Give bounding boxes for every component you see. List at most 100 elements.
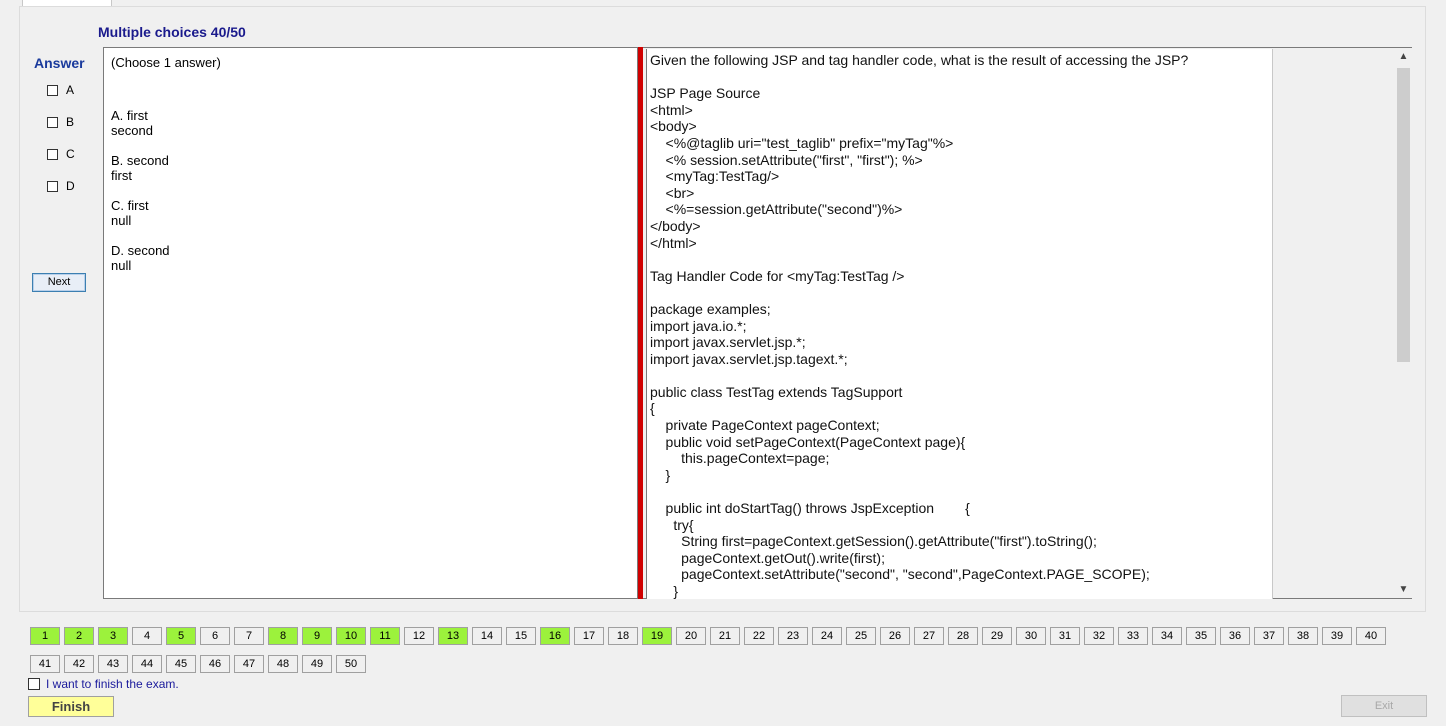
question-nav-button-38[interactable]: 38 [1288,627,1318,645]
question-line: Given the following JSP and tag handler … [650,52,1189,68]
choice-line: null [111,213,132,228]
question-nav-button-47[interactable]: 47 [234,655,264,673]
question-nav-button-42[interactable]: 42 [64,655,94,673]
choice-item-c: C. first null [111,198,637,228]
question-nav-button-8[interactable]: 8 [268,627,298,645]
answer-option-b[interactable]: B [47,115,74,129]
question-line: </body> [650,217,701,234]
question-line: <% session.setAttribute("first", "first"… [650,151,923,168]
question-nav-button-12[interactable]: 12 [404,627,434,645]
question-nav-button-6[interactable]: 6 [200,627,230,645]
scroll-thumb[interactable] [1397,68,1410,362]
question-nav-button-3[interactable]: 3 [98,627,128,645]
vertical-scrollbar[interactable]: ▲ ▼ [1395,48,1412,598]
choice-line: second [111,123,153,138]
finish-button[interactable]: Finish [28,696,114,717]
answer-checkbox-c[interactable] [47,148,58,160]
question-nav-button-34[interactable]: 34 [1152,627,1182,645]
question-line: <%@taglib uri="test_taglib" prefix="myTa… [650,134,954,151]
choice-line: null [111,258,132,273]
question-nav-button-49[interactable]: 49 [302,655,332,673]
answer-option-d[interactable]: D [47,179,75,193]
answer-option-c[interactable]: C [47,147,75,161]
question-nav-button-2[interactable]: 2 [64,627,94,645]
question-line [650,483,1272,500]
answer-checkbox-a[interactable] [47,84,58,96]
answer-checkbox-b[interactable] [47,116,58,128]
question-line: private PageContext pageContext; [650,417,880,434]
question-line [650,284,1272,301]
question-nav-button-22[interactable]: 22 [744,627,774,645]
question-nav-button-39[interactable]: 39 [1322,627,1352,645]
choose-hint: (Choose 1 answer) [111,55,221,70]
question-nav-button-48[interactable]: 48 [268,655,298,673]
question-nav-button-35[interactable]: 35 [1186,627,1216,645]
question-line: <%=session.getAttribute("second")%> [650,201,903,218]
finish-checkbox[interactable] [28,678,40,690]
choice-line: A. first [111,108,148,123]
question-line: package examples; [650,300,771,317]
question-nav-button-1[interactable]: 1 [30,627,60,645]
question-nav-button-25[interactable]: 25 [846,627,876,645]
finish-checkbox-label: I want to finish the exam. [46,677,179,691]
question-nav-button-28[interactable]: 28 [948,627,978,645]
choice-item-a: A. first second [111,108,637,138]
question-nav-button-50[interactable]: 50 [336,655,366,673]
question-nav-button-37[interactable]: 37 [1254,627,1284,645]
exit-button: Exit [1341,695,1427,717]
question-nav-button-27[interactable]: 27 [914,627,944,645]
question-nav-button-19[interactable]: 19 [642,627,672,645]
question-line: try{ [650,516,694,533]
question-line: </html> [650,234,697,251]
choice-line: first [111,168,132,183]
question-line: { [650,400,655,417]
next-button[interactable]: Next [32,273,86,292]
question-nav-button-9[interactable]: 9 [302,627,332,645]
question-line: public class TestTag extends TagSupport [650,383,903,400]
question-line: <myTag:TestTag/> [650,168,780,185]
question-line: String first=pageContext.getSession().ge… [650,533,1097,550]
question-nav-button-43[interactable]: 43 [98,655,128,673]
finish-checkbox-row[interactable]: I want to finish the exam. [28,677,179,691]
question-nav-button-41[interactable]: 41 [30,655,60,673]
question-nav-button-11[interactable]: 11 [370,627,400,645]
question-nav-button-29[interactable]: 29 [982,627,1012,645]
scroll-up-icon[interactable]: ▲ [1395,48,1412,65]
scroll-down-icon[interactable]: ▼ [1395,581,1412,598]
question-nav-button-26[interactable]: 26 [880,627,910,645]
question-nav-button-36[interactable]: 36 [1220,627,1250,645]
question-nav-button-5[interactable]: 5 [166,627,196,645]
answer-checkbox-d[interactable] [47,180,58,192]
question-line: pageContext.getOut().write(first); [650,549,885,566]
question-nav-button-40[interactable]: 40 [1356,627,1386,645]
question-nav-button-15[interactable]: 15 [506,627,536,645]
question-nav-button-10[interactable]: 10 [336,627,366,645]
question-nav-row-2: 41 42 43 44 45 46 47 48 49 50 [30,655,370,673]
question-nav-button-23[interactable]: 23 [778,627,808,645]
question-nav-button-32[interactable]: 32 [1084,627,1114,645]
question-nav-button-7[interactable]: 7 [234,627,264,645]
choices-panel: (Choose 1 answer) A. first second B. sec… [103,47,638,599]
question-text: Given the following JSP and tag handler … [646,49,1273,599]
question-nav-button-18[interactable]: 18 [608,627,638,645]
question-nav-button-46[interactable]: 46 [200,655,230,673]
question-line: <body> [650,118,697,135]
question-nav-button-30[interactable]: 30 [1016,627,1046,645]
question-nav-button-14[interactable]: 14 [472,627,502,645]
choice-line: D. second [111,243,170,258]
question-nav-button-33[interactable]: 33 [1118,627,1148,645]
question-nav-button-45[interactable]: 45 [166,655,196,673]
answer-option-a[interactable]: A [47,83,74,97]
question-nav-button-24[interactable]: 24 [812,627,842,645]
question-nav-button-20[interactable]: 20 [676,627,706,645]
question-nav-button-13[interactable]: 13 [438,627,468,645]
answer-option-label: B [66,115,75,129]
question-nav-row-1: 1 2 3 4 5 6 7 8 9 10 11 12 13 14 15 16 17 18 19 20 21 22 23 24 2… [30,627,1390,645]
question-nav-button-44[interactable]: 44 [132,655,162,673]
question-nav-button-4[interactable]: 4 [132,627,162,645]
question-nav-button-17[interactable]: 17 [574,627,604,645]
question-nav-button-21[interactable]: 21 [710,627,740,645]
question-line: import javax.servlet.jsp.tagext.*; [650,350,848,367]
question-nav-button-31[interactable]: 31 [1050,627,1080,645]
question-nav-button-16[interactable]: 16 [540,627,570,645]
